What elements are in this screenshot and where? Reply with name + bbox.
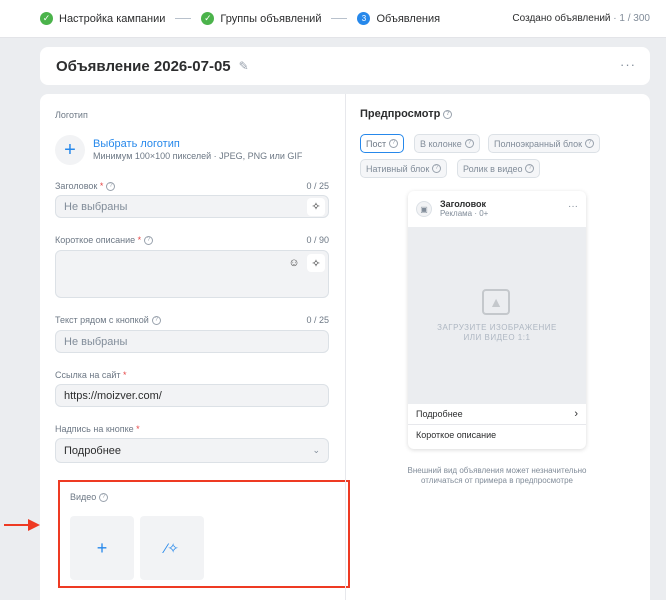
more-icon[interactable]: ··· xyxy=(568,201,578,212)
check-icon: ✓ xyxy=(40,12,53,25)
short-desc-label-row: Короткое описание *? 0 / 90 xyxy=(55,235,329,246)
check-icon: ✓ xyxy=(201,12,215,25)
add-video-button[interactable]: + xyxy=(70,516,134,580)
step-campaign-settings[interactable]: ✓ Настройка кампании xyxy=(40,12,165,25)
help-icon: ? xyxy=(585,139,595,148)
ad-preview-header: ▣ Заголовок Реклама · 0+ ··· xyxy=(408,191,586,227)
step-label: Группы объявлений xyxy=(220,12,322,25)
button-text-counter: 0 / 25 xyxy=(306,315,329,326)
logo-hint: Минимум 100×100 пикселей · JPEG, PNG или… xyxy=(93,151,303,161)
cta-select[interactable]: Подробнее ⌄ xyxy=(55,438,329,463)
image-placeholder-icon: ▲ xyxy=(482,289,510,315)
magic-wand-icon: ⁄✧ xyxy=(164,539,180,556)
ad-title-card: Объявление 2026-07-05 ✎ ··· xyxy=(40,47,650,85)
help-icon: ? xyxy=(389,139,399,148)
generate-video-button[interactable]: ⁄✧ xyxy=(140,516,204,580)
video-section-highlight: Видео? + ⁄✧ xyxy=(58,480,350,588)
help-icon[interactable]: ? xyxy=(443,109,453,119)
short-desc-field[interactable]: ☺ ✧ xyxy=(55,250,329,298)
chip-fullscreen[interactable]: Полноэкранный блок? xyxy=(488,134,601,153)
pencil-icon[interactable]: ✎ xyxy=(239,59,249,73)
choose-logo-link[interactable]: Выбрать логотип xyxy=(93,138,180,150)
step-number-badge: 3 xyxy=(357,12,371,25)
preview-title: Предпросмотр? xyxy=(360,108,453,120)
step-divider xyxy=(331,18,348,19)
help-icon: ? xyxy=(432,164,442,173)
annotation-arrow-icon xyxy=(4,519,40,531)
chip-native[interactable]: Нативный блок? xyxy=(360,159,448,178)
help-icon[interactable]: ? xyxy=(99,493,109,503)
preview-note: Внешний вид объявления может незначитель… xyxy=(407,466,587,485)
chip-post[interactable]: Пост? xyxy=(360,134,405,153)
magic-wand-icon[interactable]: ✧ xyxy=(307,254,325,272)
url-label-row: Ссылка на сайт * xyxy=(55,370,127,380)
ads-created-counter: Создано объявлений · 1 / 300 xyxy=(512,13,650,24)
image-placeholder-text: ЗАГРУЗИТЕ ИЗОБРАЖЕНИЕ ИЛИ ВИДЕО 1:1 xyxy=(437,323,557,342)
step-label: Настройка кампании xyxy=(59,12,166,25)
more-menu-button[interactable]: ··· xyxy=(620,57,636,72)
ad-preview-sub: Реклама · 0+ xyxy=(440,209,489,218)
step-divider xyxy=(175,18,192,19)
help-icon[interactable]: ? xyxy=(151,316,161,326)
add-logo-button[interactable]: + xyxy=(55,135,85,165)
magic-wand-icon[interactable]: ✧ xyxy=(307,197,325,216)
headline-counter: 0 / 25 xyxy=(306,181,329,192)
emoji-icon[interactable]: ☺ xyxy=(285,254,303,272)
ad-editor-card: Логотип + Выбрать логотип Минимум 100×10… xyxy=(40,94,650,600)
help-icon[interactable]: ? xyxy=(144,236,154,246)
help-icon[interactable]: ? xyxy=(106,182,116,192)
page-title: Объявление 2026-07-05 xyxy=(56,57,231,75)
short-desc-counter: 0 / 90 xyxy=(306,235,329,246)
chevron-right-icon: › xyxy=(574,408,578,420)
url-field[interactable]: https://moizver.com/ xyxy=(55,384,329,407)
help-icon: ? xyxy=(464,139,474,148)
chip-column[interactable]: В колонке? xyxy=(414,134,480,153)
help-icon: ? xyxy=(525,164,535,173)
chip-in-video[interactable]: Ролик в видео? xyxy=(457,159,541,178)
step-ad-groups[interactable]: ✓ Группы объявлений xyxy=(201,12,321,25)
step-ads[interactable]: 3 Объявления xyxy=(357,12,440,25)
ad-preview-image: ▲ ЗАГРУЗИТЕ ИЗОБРАЖЕНИЕ ИЛИ ВИДЕО 1:1 xyxy=(408,227,586,404)
logo-label: Логотип xyxy=(55,110,88,120)
button-text-label-row: Текст рядом с кнопкой? 0 / 25 xyxy=(55,315,329,326)
video-label: Видео? xyxy=(70,492,109,503)
ad-preview-cta: Подробнее › xyxy=(408,404,586,425)
cta-label-row: Надпись на кнопке * xyxy=(55,424,140,434)
step-label: Объявления xyxy=(376,12,441,25)
ad-preview-desc: Короткое описание xyxy=(416,430,497,440)
column-divider xyxy=(345,94,346,600)
ad-preview-name: Заголовок xyxy=(440,199,487,209)
button-text-field[interactable]: Не выбраны xyxy=(55,330,329,353)
image-icon: ▣ xyxy=(416,201,432,217)
chevron-down-icon: ⌄ xyxy=(312,445,320,455)
plus-icon: + xyxy=(96,537,108,558)
campaign-stepper: ✓ Настройка кампании ✓ Группы объявлений… xyxy=(0,0,666,38)
headline-field[interactable]: Не выбраны ✧ xyxy=(55,195,329,218)
headline-label-row: Заголовок *? 0 / 25 xyxy=(55,181,329,192)
ad-preview-card: ▣ Заголовок Реклама · 0+ ··· ▲ ЗАГРУЗИТЕ… xyxy=(408,191,586,449)
